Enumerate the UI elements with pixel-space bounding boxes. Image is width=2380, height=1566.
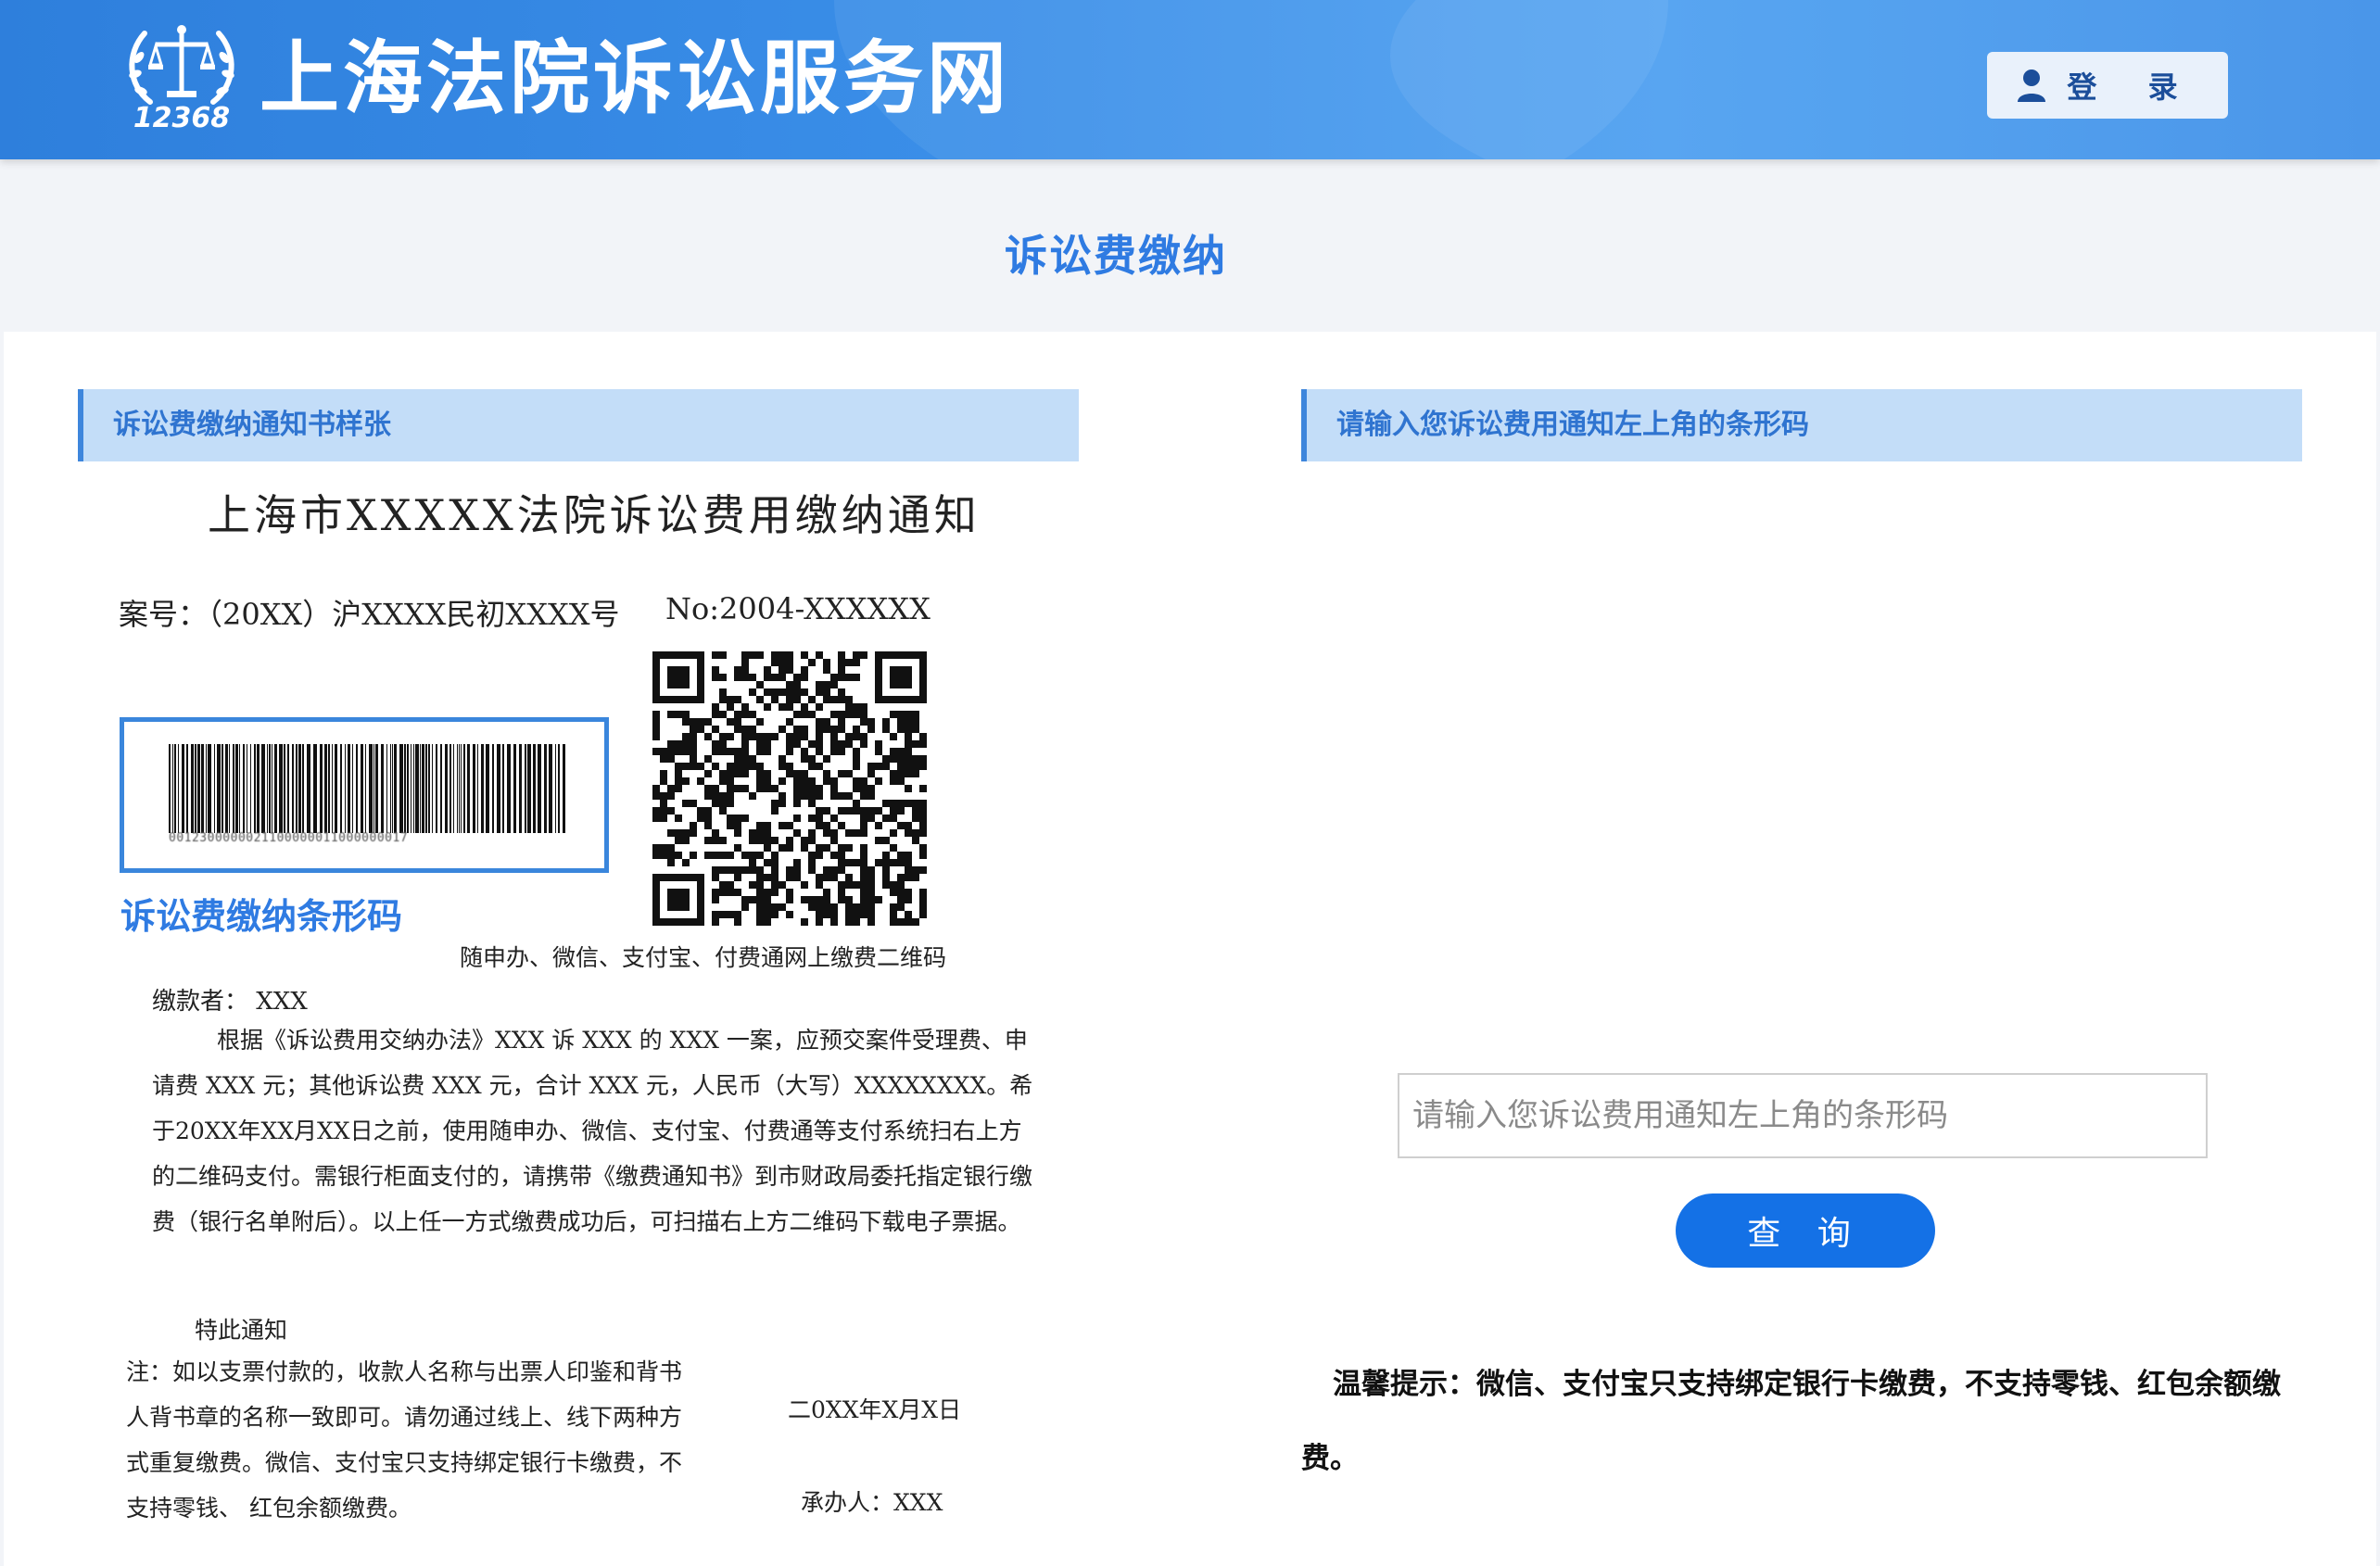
special-notice: 特此通知: [195, 1317, 288, 1344]
login-label: 登 录: [2067, 69, 2198, 105]
barcode-icon: [169, 744, 565, 833]
site-header: 12368 上海法院诉讼服务网 登 录: [0, 0, 2380, 159]
notice-note: 注：如以支票付款的，收款人名称与出票人印鉴和背书人背书章的名称一致即可。请勿通过…: [126, 1358, 683, 1522]
barcode-input[interactable]: [1398, 1073, 2208, 1158]
court-emblem-icon[interactable]: 12368: [122, 20, 241, 135]
barcode-highlight-box: 0012300000021100000011000000017: [120, 717, 609, 873]
barcode-entry-heading: 请输入您诉讼费用通知左上角的条形码: [1301, 389, 2302, 461]
notice-handler: 承办人：XXX: [801, 1489, 943, 1516]
page-title: 诉讼费缴纳: [1005, 231, 1227, 281]
payer-line: 缴款者： XXX: [152, 988, 308, 1016]
logo-number: 12368: [133, 102, 231, 134]
sample-notice-document: 上海市XXXXX法院诉讼费用缴纳通知 案号：（20XX）沪XXXX民初XXXX号…: [78, 461, 1079, 1566]
notice-date: 二0XX年X月X日: [788, 1396, 962, 1423]
notice-body: 根据《诉讼费用交纳办法》XXX 诉 XXX 的 XXX 一案，应预交案件受理费、…: [152, 1017, 1042, 1244]
main-content: 诉讼费缴纳通知书样张 请输入您诉讼费用通知左上角的条形码 上海市XXXXX法院诉…: [4, 332, 2376, 1566]
barcode-label: 诉讼费缴纳条形码: [120, 896, 403, 937]
login-button[interactable]: 登 录: [1987, 52, 2228, 119]
barcode-number: 0012300000021100000011000000017: [169, 831, 409, 845]
query-button[interactable]: 查 询: [1676, 1193, 1935, 1268]
user-icon: [2018, 69, 2046, 102]
site-title[interactable]: 上海法院诉讼服务网: [260, 28, 1010, 130]
qr-code-icon: [652, 651, 927, 926]
serial-number: No:2004-XXXXXX: [665, 591, 930, 626]
payment-tip: 温馨提示：微信、支付宝只支持绑定银行卡缴费，不支持零钱、红包余额缴费。: [1301, 1368, 2281, 1475]
header-decoration: [1390, 0, 2380, 159]
case-number: 案号：（20XX）沪XXXX民初XXXX号: [119, 597, 620, 632]
notice-body-text: 根据《诉讼费用交纳办法》XXX 诉 XXX 的 XXX 一案，应预交案件受理费、…: [152, 1027, 1033, 1235]
notice-title: 上海市XXXXX法院诉讼费用缴纳通知: [208, 490, 981, 540]
qr-caption: 随申办、微信、支付宝、付费通网上缴费二维码: [460, 944, 947, 971]
sample-notice-heading: 诉讼费缴纳通知书样张: [78, 389, 1079, 461]
